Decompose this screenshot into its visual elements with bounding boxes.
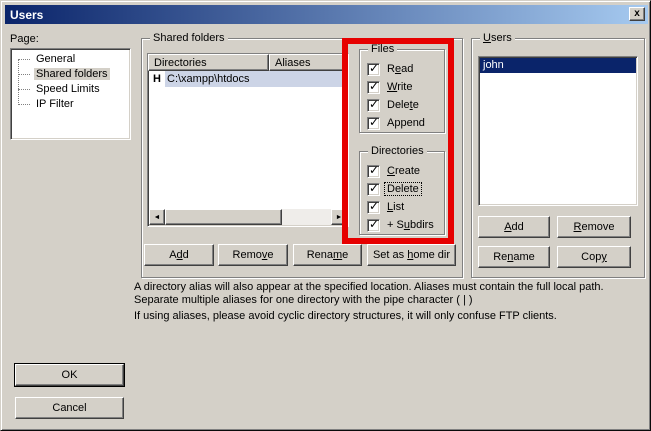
list-item-user-john[interactable]: john bbox=[480, 58, 636, 73]
directories-legend: Directories bbox=[368, 145, 427, 158]
check-icon: ✓ bbox=[369, 217, 379, 231]
directory-cell[interactable]: C:\xampp\htdocs bbox=[165, 71, 348, 87]
page-label: Page: bbox=[10, 33, 39, 45]
scroll-left-icon[interactable]: ◄ bbox=[149, 209, 165, 225]
checkbox-box: ✓ bbox=[367, 81, 380, 94]
check-icon: ✓ bbox=[369, 61, 379, 75]
page-item-speed-limits[interactable]: Speed Limits bbox=[11, 82, 130, 97]
checkbox-box: ✓ bbox=[367, 99, 380, 112]
close-icon[interactable]: x bbox=[629, 7, 645, 21]
checkbox-create[interactable]: ✓ Create bbox=[367, 164, 422, 178]
table-row[interactable]: H C:\xampp\htdocs bbox=[148, 71, 348, 87]
ok-button[interactable]: OK bbox=[15, 364, 124, 386]
remove-folder-button[interactable]: Remove bbox=[218, 244, 288, 266]
checkbox-box: ✓ bbox=[367, 117, 380, 130]
listview-header: Directories Aliases bbox=[148, 54, 348, 71]
rename-folder-button[interactable]: Rename bbox=[293, 244, 362, 266]
checkbox-box: ✓ bbox=[367, 183, 380, 196]
checkbox-box: ✓ bbox=[367, 165, 380, 178]
page-item-shared-folders[interactable]: Shared folders bbox=[11, 67, 130, 82]
checkbox-write[interactable]: ✓ Write bbox=[367, 80, 414, 94]
users-dialog: Users x Page: General Shared folders Spe… bbox=[0, 0, 651, 431]
checkbox-delete-dirs[interactable]: ✓ Delete bbox=[367, 182, 421, 196]
check-icon: ✓ bbox=[369, 181, 379, 195]
shared-folders-legend: Shared folders bbox=[150, 32, 228, 45]
scroll-right-icon[interactable]: ► bbox=[331, 209, 347, 225]
checkbox-box: ✓ bbox=[367, 201, 380, 214]
checkbox-box: ✓ bbox=[367, 219, 380, 232]
files-legend: Files bbox=[368, 43, 397, 56]
users-listbox[interactable]: john bbox=[478, 56, 638, 206]
alias-note-1: A directory alias will also appear at th… bbox=[134, 281, 646, 307]
page-item-general[interactable]: General bbox=[11, 52, 130, 67]
check-icon: ✓ bbox=[369, 115, 379, 129]
scrollbar-thumb[interactable] bbox=[165, 209, 282, 225]
check-icon: ✓ bbox=[369, 97, 379, 111]
check-icon: ✓ bbox=[369, 199, 379, 213]
alias-note-2: If using aliases, please avoid cyclic di… bbox=[134, 310, 646, 323]
add-user-button[interactable]: Add bbox=[478, 216, 550, 238]
set-as-home-dir-button[interactable]: Set as home dir bbox=[367, 244, 456, 266]
column-header-aliases[interactable]: Aliases bbox=[269, 54, 348, 71]
remove-user-button[interactable]: Remove bbox=[557, 216, 631, 238]
alias-notes: A directory alias will also appear at th… bbox=[134, 281, 646, 323]
checkbox-box: ✓ bbox=[367, 63, 380, 76]
page-item-ip-filter[interactable]: IP Filter bbox=[11, 97, 130, 112]
checkbox-subdirs[interactable]: ✓ + Subdirs bbox=[367, 218, 436, 232]
check-icon: ✓ bbox=[369, 163, 379, 177]
titlebar[interactable]: Users x bbox=[5, 5, 648, 24]
rename-user-button[interactable]: Rename bbox=[478, 246, 550, 268]
checkbox-delete-files[interactable]: ✓ Delete bbox=[367, 98, 421, 112]
directories-listview[interactable]: Directories Aliases H C:\xampp\htdocs ◄ … bbox=[147, 53, 349, 227]
checkbox-read[interactable]: ✓ Read bbox=[367, 62, 415, 76]
window-title: Users bbox=[5, 8, 43, 22]
copy-user-button[interactable]: Copy bbox=[557, 246, 631, 268]
home-flag: H bbox=[148, 71, 165, 87]
check-icon: ✓ bbox=[369, 79, 379, 93]
cancel-button[interactable]: Cancel bbox=[15, 397, 124, 419]
page-tree: General Shared folders Speed Limits IP F… bbox=[10, 48, 131, 140]
column-header-directories[interactable]: Directories bbox=[148, 54, 269, 71]
checkbox-list[interactable]: ✓ List bbox=[367, 200, 406, 214]
users-legend: Users bbox=[480, 32, 515, 45]
checkbox-append[interactable]: ✓ Append bbox=[367, 116, 427, 130]
horizontal-scrollbar[interactable]: ◄ ► bbox=[149, 209, 347, 225]
add-folder-button[interactable]: Add bbox=[144, 244, 214, 266]
